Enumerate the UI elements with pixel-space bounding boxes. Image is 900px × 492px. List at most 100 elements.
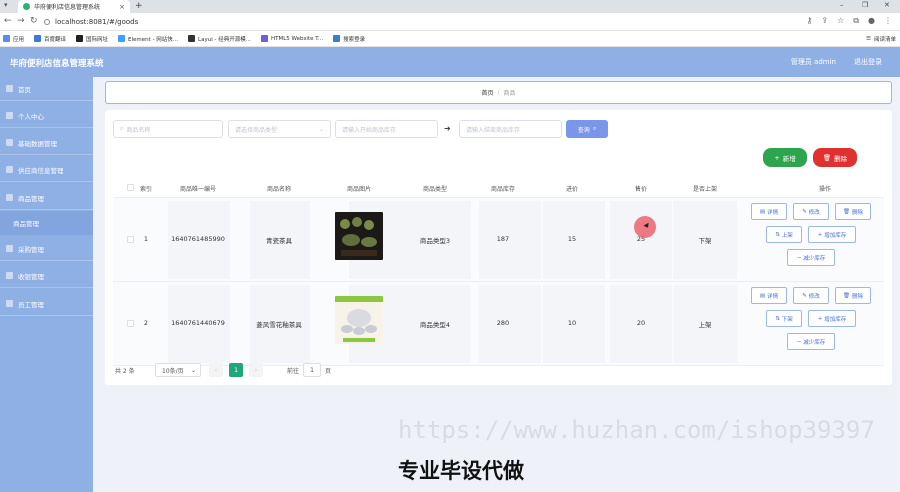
browser-tab[interactable]: 毕府便利店信息管理系统 × (18, 0, 130, 13)
back-icon[interactable]: ← (4, 16, 12, 26)
tab-title: 毕府便利店信息管理系统 (34, 4, 101, 11)
goto-page-input[interactable]: 1 (303, 363, 322, 377)
row-action-button[interactable]: − 减少库存 (787, 249, 835, 266)
bookmark-item[interactable]: Element - 网站快... (118, 35, 178, 43)
row-action-label: 详情 (767, 209, 779, 216)
sidebar-item[interactable]: 供应商信息管理 (0, 158, 93, 182)
breadcrumb-separator: / (497, 89, 500, 96)
stock-max-input[interactable]: 请输入结束商品库存 (459, 120, 562, 138)
sidebar-item-label: 收银管理 (18, 272, 44, 281)
table-header-cell: 商品库存 (490, 186, 515, 193)
sidebar-item-label: 员工管理 (18, 300, 44, 309)
close-window-icon[interactable]: ✕ (884, 1, 890, 9)
bookmark-item[interactable]: HTML5 Website T... (260, 35, 323, 42)
goods-name-placeholder: 商品名称 (126, 126, 151, 134)
maximize-icon[interactable]: ❐ (862, 1, 868, 9)
table-cell-price: 20 (636, 319, 646, 327)
row-action-button[interactable]: ▤ 详情 (751, 203, 787, 220)
page-size-select[interactable]: 10条/页 ⌄ (155, 363, 201, 377)
table-cell-code: 1640761485990 (171, 235, 225, 243)
table-header-cell: 商品图片 (346, 186, 371, 193)
app-header: 毕府便利店信息管理系统 管理员 admin 退出登录 (0, 47, 900, 77)
bookmark-item[interactable]: 百度翻译 (34, 35, 66, 43)
reading-list[interactable]: ☰ 阅读清单 (866, 35, 896, 43)
bookmark-item[interactable]: 搜索登录 (333, 35, 365, 43)
bookmark-item[interactable]: 应用 (3, 35, 24, 43)
tab-close-icon[interactable]: × (119, 3, 125, 11)
sidebar: 首页 个人中心 基础数据管理 供应商信息管理 商品管理 商品管理 采购管理 收银管理 员工管理 (0, 77, 93, 492)
plus-icon: + (774, 153, 780, 162)
edit-icon: ✎ (802, 208, 807, 215)
row-action-label: 上架 (781, 232, 793, 239)
stock-min-input[interactable]: 请输入开始商品库存 (335, 120, 438, 138)
table-cell-name: 菱风雪花釉茶具 (256, 321, 302, 329)
sidebar-item-label: 基础数据管理 (18, 139, 57, 148)
goods-name-input[interactable]: ⌕ 商品名称 (113, 120, 223, 138)
new-tab-icon[interactable]: + (135, 1, 143, 11)
reading-list-label: 阅读清单 (873, 37, 896, 43)
sidebar-item[interactable]: 个人中心 (0, 104, 93, 128)
row-action-button[interactable]: + 增加库存 (808, 310, 856, 327)
sidebar-item[interactable]: 采购管理 (0, 237, 93, 261)
table-cell-status: 下架 (698, 237, 712, 245)
goods-image (335, 212, 383, 260)
extensions-icon[interactable]: ⧉ (853, 16, 859, 26)
profile-icon[interactable]: ● (868, 16, 875, 26)
sidebar-item[interactable]: 商品管理 (0, 186, 93, 210)
page-number-current[interactable]: 1 (229, 363, 243, 377)
row-action-button[interactable]: + 增加库存 (808, 226, 856, 243)
minimize-icon[interactable]: – (840, 1, 844, 9)
row-action-button[interactable]: 🗑 删除 (835, 287, 871, 304)
search-button[interactable]: 查询 ⌕ (566, 120, 608, 138)
delete-button[interactable]: 🗑 删除 (813, 148, 857, 167)
reading-list-icon: ☰ (866, 36, 871, 42)
row-action-button[interactable]: ✎ 修改 (793, 203, 829, 220)
bookmark-item[interactable]: Layui - 经典开源模... (188, 35, 251, 43)
bookmark-favicon-icon (260, 35, 268, 42)
row-action-button[interactable]: ⇅ 下架 (766, 310, 802, 327)
breadcrumb-home[interactable]: 首页 (481, 88, 493, 97)
sidebar-item[interactable]: 商品管理 (0, 211, 93, 235)
bookmark-favicon-icon (34, 35, 42, 42)
table-cell-type: 商品类型3 (419, 237, 451, 245)
sidebar-item[interactable]: 基础数据管理 (0, 131, 93, 155)
row-action-button[interactable]: ✎ 修改 (793, 287, 829, 304)
table-cell-cost: 15 (567, 235, 577, 243)
logout-link[interactable]: 退出登录 (854, 57, 882, 67)
chevron-down-icon: ⌄ (190, 366, 196, 374)
tab-search-icon[interactable]: ▾ (4, 1, 8, 9)
bookmark-label: 搜索登录 (343, 36, 366, 43)
sidebar-item-label: 个人中心 (18, 112, 44, 121)
sidebar-item[interactable]: 员工管理 (0, 292, 93, 316)
row-action-button[interactable]: − 减少库存 (787, 333, 835, 350)
sidebar-item[interactable]: 收银管理 (0, 264, 93, 288)
url-field[interactable]: localhost:8081/#/goods (44, 16, 814, 28)
site-info-icon[interactable] (44, 19, 50, 25)
tab-favicon-icon (23, 3, 30, 10)
trash-icon: 🗑 (822, 153, 832, 162)
next-page-button[interactable]: › (249, 363, 263, 377)
bookmark-item[interactable]: 国际网址 (76, 35, 108, 43)
add-button[interactable]: + 新增 (763, 148, 807, 167)
bookmark-label: 应用 (13, 36, 25, 43)
breadcrumb: 首页 / 商品 (105, 81, 892, 104)
page-goto: 前往 1 页 (287, 363, 331, 377)
key-icon[interactable]: ⚷ (807, 16, 813, 26)
row-action-label: 减少库存 (803, 255, 826, 262)
share-icon[interactable]: ⇪ (821, 16, 828, 26)
sidebar-item[interactable]: 首页 (0, 77, 93, 101)
row-action-button[interactable]: ⇅ 上架 (766, 226, 802, 243)
table-header-cell: 进价 (565, 186, 578, 193)
prev-page-button[interactable]: ‹ (209, 363, 223, 377)
goods-type-select[interactable]: 请选择商品类型 ⌄ (228, 120, 331, 138)
goods-image (335, 296, 383, 344)
row-action-button[interactable]: ▤ 详情 (751, 287, 787, 304)
star-icon[interactable]: ☆ (837, 16, 844, 26)
forward-icon[interactable]: → (17, 16, 25, 26)
table-header-cell: 是否上架 (692, 186, 717, 193)
admin-label[interactable]: 管理员 admin (791, 57, 836, 67)
row-action-button[interactable]: 🗑 删除 (835, 203, 871, 220)
row-action-label: 修改 (808, 209, 820, 216)
menu-icon[interactable]: ⋮ (884, 16, 892, 26)
reload-icon[interactable]: ↻ (30, 16, 38, 26)
